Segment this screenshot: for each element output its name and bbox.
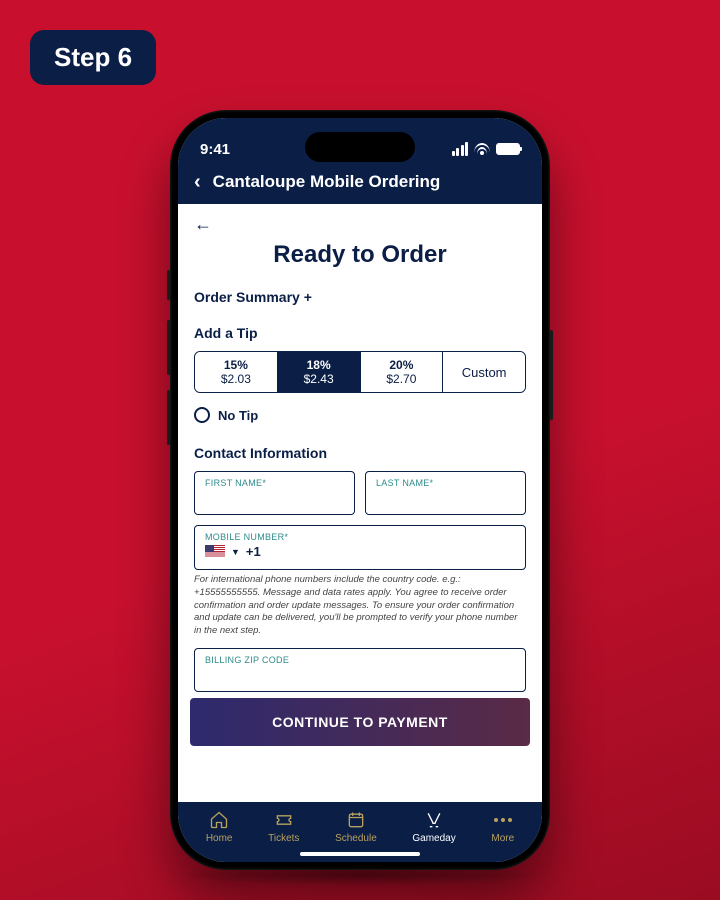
tip-18[interactable]: 18% $2.43 (278, 352, 361, 392)
home-indicator[interactable] (300, 852, 420, 856)
page-title: Ready to Order (178, 241, 542, 269)
mobile-number-label: MOBILE NUMBER* (205, 532, 515, 542)
cellular-icon (452, 142, 469, 156)
last-name-label: LAST NAME* (376, 478, 515, 488)
tip-custom[interactable]: Custom (443, 352, 525, 392)
tip-18-pct: 18% (278, 358, 360, 372)
no-tip-option[interactable]: No Tip (194, 407, 526, 423)
dial-code: +1 (246, 544, 261, 559)
inner-back-button[interactable]: ← (178, 204, 542, 235)
screen: 9:41 ‹ Cantaloupe Mobile Ordering ← Read… (178, 118, 542, 862)
nav-home-label: Home (206, 833, 233, 844)
chevron-down-icon[interactable]: ▼ (231, 547, 240, 557)
first-name-label: FIRST NAME* (205, 478, 344, 488)
us-flag-icon[interactable] (205, 545, 225, 558)
ticket-icon (273, 810, 295, 830)
order-summary-toggle[interactable]: Order Summary + (194, 289, 526, 305)
nav-more[interactable]: More (491, 810, 514, 844)
tip-18-amt: $2.43 (278, 372, 360, 386)
tip-15[interactable]: 15% $2.03 (195, 352, 278, 392)
radio-unchecked-icon (194, 407, 210, 423)
tip-20-amt: $2.70 (361, 372, 443, 386)
contact-heading: Contact Information (194, 445, 526, 461)
billing-zip-field[interactable]: BILLING ZIP CODE (194, 648, 526, 692)
battery-icon (496, 143, 520, 155)
hockey-sticks-icon (423, 810, 445, 830)
status-time: 9:41 (200, 141, 230, 158)
tip-15-pct: 15% (195, 358, 277, 372)
tip-heading: Add a Tip (194, 325, 526, 341)
nav-tickets-label: Tickets (268, 833, 299, 844)
side-button-volume-down (167, 390, 170, 445)
tip-15-amt: $2.03 (195, 372, 277, 386)
last-name-field[interactable]: LAST NAME* (365, 471, 526, 515)
step-badge: Step 6 (30, 30, 156, 85)
nav-more-label: More (491, 833, 514, 844)
phone-frame: 9:41 ‹ Cantaloupe Mobile Ordering ← Read… (170, 110, 550, 870)
continue-to-payment-button[interactable]: CONTINUE TO PAYMENT (190, 698, 530, 746)
nav-gameday-label: Gameday (412, 833, 455, 844)
nav-schedule-label: Schedule (335, 833, 377, 844)
no-tip-label: No Tip (218, 408, 258, 423)
app-header: ‹ Cantaloupe Mobile Ordering (178, 166, 542, 204)
nav-tickets[interactable]: Tickets (268, 810, 299, 844)
billing-zip-label: BILLING ZIP CODE (205, 655, 515, 665)
side-button-power (550, 330, 553, 420)
nav-gameday[interactable]: Gameday (412, 810, 455, 844)
mobile-number-field[interactable]: MOBILE NUMBER* ▼ +1 (194, 525, 526, 570)
nav-schedule[interactable]: Schedule (335, 810, 377, 844)
wifi-icon (474, 143, 490, 155)
tip-options: 15% $2.03 18% $2.43 20% $2.70 Custom (194, 351, 526, 393)
first-name-field[interactable]: FIRST NAME* (194, 471, 355, 515)
back-chevron-icon[interactable]: ‹ (194, 172, 201, 192)
more-icon (492, 810, 514, 830)
calendar-icon (345, 810, 367, 830)
nav-home[interactable]: Home (206, 810, 233, 844)
side-button-silence (167, 270, 170, 300)
phone-helper-text: For international phone numbers include … (194, 574, 526, 638)
home-icon (208, 810, 230, 830)
tip-20[interactable]: 20% $2.70 (361, 352, 444, 392)
tip-20-pct: 20% (361, 358, 443, 372)
app-title: Cantaloupe Mobile Ordering (213, 172, 441, 192)
dynamic-island (305, 132, 415, 162)
side-button-volume-up (167, 320, 170, 375)
